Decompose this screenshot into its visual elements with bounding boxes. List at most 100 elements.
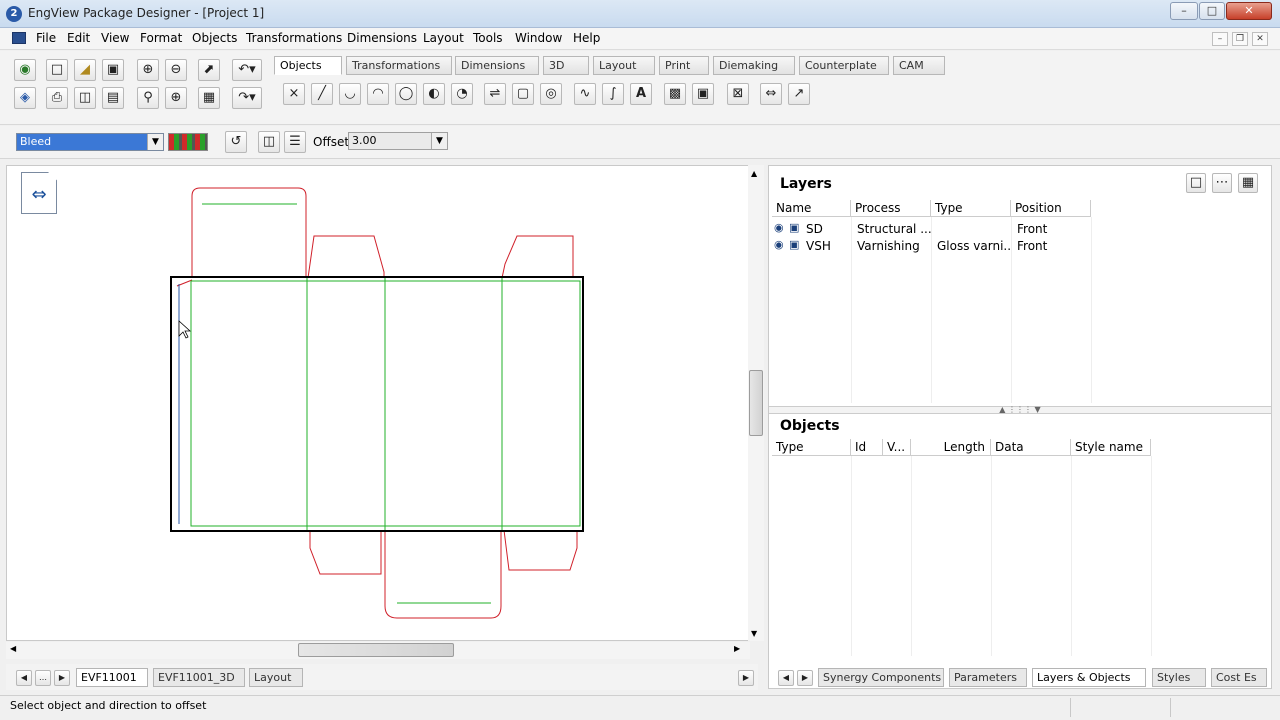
tab-counterplate[interactable]: Counterplate (799, 56, 889, 75)
menu-help[interactable]: Help (573, 31, 600, 45)
tab-layout[interactable]: Layout (593, 56, 655, 75)
vertical-scroll-thumb[interactable] (749, 370, 763, 436)
open-project-icon[interactable]: ◉ (14, 59, 36, 81)
lock-icon[interactable]: ▣ (789, 221, 799, 234)
panel-tab-parameters[interactable]: Parameters (949, 668, 1027, 687)
line-tool-icon[interactable]: ╱ (311, 83, 333, 105)
offset-both-icon[interactable]: ◫ (258, 131, 280, 153)
panel-tab-styles[interactable]: Styles (1152, 668, 1206, 687)
horizontal-scroll-thumb[interactable] (298, 643, 454, 657)
menu-format[interactable]: Format (140, 31, 182, 45)
open-folder-icon[interactable]: ◢ (74, 59, 96, 81)
doc-tab-evf11001-3d[interactable]: EVF11001_3D (153, 668, 245, 687)
lock-icon[interactable]: ▣ (789, 238, 799, 251)
scroll-left-icon[interactable]: ◀ (10, 644, 16, 653)
maximize-button[interactable]: □ (1199, 2, 1225, 20)
panel-tab-layers-objects[interactable]: Layers & Objects (1032, 668, 1146, 687)
ellipse-tool-icon[interactable]: ◎ (540, 83, 562, 105)
tab-scroll-right-icon[interactable]: ▶ (54, 670, 70, 686)
arc-3point-tool-icon[interactable]: ◠ (367, 83, 389, 105)
menu-transformations[interactable]: Transformations (246, 31, 342, 45)
new-document-icon[interactable]: □ (46, 59, 68, 81)
zoom-all-icon[interactable]: ⊕ (165, 87, 187, 109)
point-tool-icon[interactable]: × (283, 83, 305, 105)
table-row[interactable]: ◉ ▣ SD Structural ... Front (772, 221, 1262, 238)
redo-icon[interactable]: ↷▾ (232, 87, 262, 109)
style-select[interactable]: Bleed ▼ (16, 133, 164, 151)
panel-tab-scroll-left-icon[interactable]: ◀ (778, 670, 794, 686)
layer-position[interactable]: Front (1013, 238, 1091, 254)
text-tool-icon[interactable]: A (630, 83, 652, 105)
offset-list-icon[interactable]: ☰ (284, 131, 306, 153)
mdi-restore-button[interactable]: ❐ (1232, 32, 1248, 46)
minimize-button[interactable]: – (1170, 2, 1198, 20)
properties-icon[interactable]: ▤ (102, 87, 124, 109)
eye-icon[interactable]: ◉ (774, 238, 784, 251)
scroll-down-icon[interactable]: ▼ (751, 629, 757, 638)
layer-position[interactable]: Front (1013, 221, 1091, 237)
hatch-tool-icon[interactable]: ▩ (664, 83, 686, 105)
offset-tool-icon[interactable]: ⇌ (484, 83, 506, 105)
zoom-window-icon[interactable]: ⚲ (137, 87, 159, 109)
arc-tool-icon[interactable]: ◡ (339, 83, 361, 105)
objects-col-length[interactable]: Length (911, 439, 991, 456)
objects-col-style-name[interactable]: Style name (1071, 439, 1151, 456)
new-layer-icon[interactable]: □ (1186, 173, 1206, 193)
curve-tool-icon[interactable]: ∿ (574, 83, 596, 105)
mdi-close-button[interactable]: ✕ (1252, 32, 1268, 46)
panel-tab-scroll-right-icon[interactable]: ▶ (797, 670, 813, 686)
arrow-line-tool-icon[interactable]: ↗ (788, 83, 810, 105)
tab-3d[interactable]: 3D (543, 56, 589, 75)
tab-end-icon[interactable]: ▶ (738, 670, 754, 686)
eye-icon[interactable]: ◉ (774, 221, 784, 234)
layers-col-name[interactable]: Name (772, 200, 851, 217)
objects-col-data[interactable]: Data (991, 439, 1071, 456)
zoom-in-icon[interactable]: ⊕ (137, 59, 159, 81)
menu-view[interactable]: View (101, 31, 129, 45)
select-pointer-icon[interactable]: ⬈ (198, 59, 220, 81)
doc-tab-evf11001[interactable]: EVF11001 (76, 668, 148, 687)
scroll-right-icon[interactable]: ▶ (734, 644, 740, 653)
save-icon[interactable]: ▣ (102, 59, 124, 81)
document-menu-icon[interactable] (12, 32, 26, 44)
break-tool-icon[interactable]: ⊠ (727, 83, 749, 105)
circle-tangent-tool-icon[interactable]: ◐ (423, 83, 445, 105)
menu-window[interactable]: Window (515, 31, 562, 45)
menu-dimensions[interactable]: Dimensions (347, 31, 417, 45)
tab-dimensions[interactable]: Dimensions (455, 56, 539, 75)
image-tool-icon[interactable]: ▣ (692, 83, 714, 105)
layers-col-type[interactable]: Type (931, 200, 1011, 217)
tab-diemaking[interactable]: Diemaking (713, 56, 795, 75)
rectangle-tool-icon[interactable]: ▢ (512, 83, 534, 105)
tab-objects[interactable]: Objects (274, 56, 342, 75)
grid-view-icon[interactable]: ▦ (198, 87, 220, 109)
panel-splitter[interactable]: ▲ ⋮⋮⋮ ▼ (769, 406, 1271, 414)
layers-col-position[interactable]: Position (1011, 200, 1091, 217)
print-preview-icon[interactable]: ◫ (74, 87, 96, 109)
delete-layer-icon[interactable]: ▦ (1238, 173, 1258, 193)
table-row[interactable]: ◉ ▣ VSH Varnishing Gloss varni... Front (772, 238, 1262, 255)
tab-print[interactable]: Print (659, 56, 709, 75)
zoom-out-icon[interactable]: ⊖ (165, 59, 187, 81)
chevron-down-icon[interactable]: ▼ (431, 133, 447, 149)
circle-tool-icon[interactable]: ◯ (395, 83, 417, 105)
dimension-tool-icon[interactable]: ⇔ (760, 83, 782, 105)
spline-tool-icon[interactable]: ∫ (602, 83, 624, 105)
tab-cam[interactable]: CAM (893, 56, 945, 75)
import-icon[interactable]: ◈ (14, 87, 36, 109)
canvas-vertical-scrollbar[interactable]: ▲ ▼ (748, 165, 764, 641)
tab-transformations[interactable]: Transformations (346, 56, 452, 75)
objects-col-type[interactable]: Type (772, 439, 851, 456)
objects-col-id[interactable]: Id (851, 439, 883, 456)
menu-tools[interactable]: Tools (473, 31, 503, 45)
layer-options-icon[interactable]: ⋯ (1212, 173, 1232, 193)
menu-layout[interactable]: Layout (423, 31, 464, 45)
objects-col-visible[interactable]: V... (883, 439, 911, 456)
offset-side-icon[interactable]: ↺ (225, 131, 247, 153)
doc-tab-layout[interactable]: Layout (249, 668, 303, 687)
chevron-down-icon[interactable]: ▼ (147, 134, 163, 150)
canvas-horizontal-scrollbar[interactable]: ◀ ▶ (6, 642, 750, 659)
undo-icon[interactable]: ↶▾ (232, 59, 262, 81)
print-icon[interactable]: ⎙ (46, 87, 68, 109)
tab-list-icon[interactable]: … (35, 670, 51, 686)
